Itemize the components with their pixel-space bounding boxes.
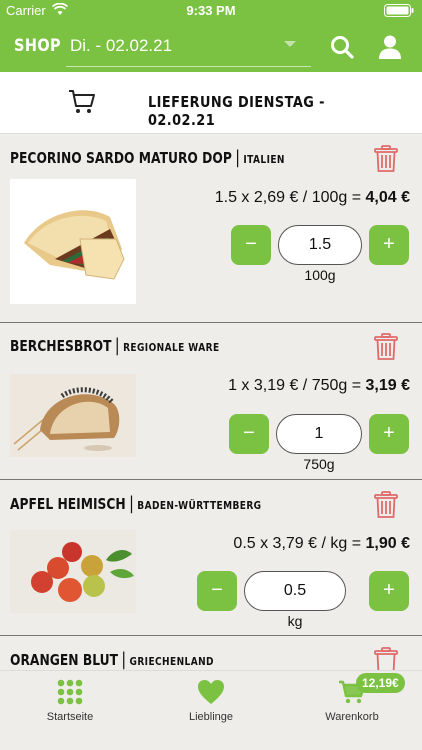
tab-lieblinge[interactable]: Lieblinge (151, 679, 271, 723)
trash-icon[interactable] (374, 145, 398, 173)
item-title: BERCHESBROT | REGIONALE WARE (10, 335, 220, 356)
item-name: APFEL HEIMISCH (10, 495, 126, 513)
price-total: 3,19 € (365, 377, 410, 394)
price-total: 1,90 € (365, 535, 410, 552)
user-icon[interactable] (376, 33, 404, 61)
price-formula: 0.5 x 3,79 € / kg = (233, 535, 366, 552)
decrease-button[interactable]: − (229, 414, 269, 454)
decrease-button[interactable]: − (197, 571, 237, 611)
item-title: ORANGEN BLUT | GRIECHENLAND (10, 649, 214, 670)
delivery-date-select[interactable]: Di. - 02.02.21 (70, 36, 172, 56)
cart-total-badge: 12,19€ (356, 673, 405, 693)
tab-label: Startseite (46, 711, 94, 723)
product-image (10, 374, 136, 457)
delivery-header: LIEFERUNG DIENSTAG - 02.02.21 (0, 72, 422, 134)
cart-item: PECORINO SARDO MATURO DOP | ITALIEN 1.5 x … (0, 135, 422, 323)
title-separator: | (121, 649, 127, 670)
unit-label: kg (287, 613, 303, 629)
clock: 9:33 PM (186, 3, 236, 18)
item-origin: BADEN-WÜRTTEMBERG (137, 499, 262, 512)
date-select-underline (66, 66, 311, 67)
item-name: ORANGEN BLUT (10, 651, 118, 669)
tab-label: Lieblinge (188, 711, 234, 723)
tab-label: Warenkorb (325, 711, 379, 723)
cart-item: APFEL HEIMISCH | BADEN-WÜRTTEMBERG 0.5 x 3… (0, 481, 422, 636)
item-title: PECORINO SARDO MATURO DOP | ITALIEN (10, 147, 285, 168)
chevron-down-icon[interactable] (284, 41, 296, 47)
status-bar: Carrier 9:33 PM (0, 0, 422, 22)
title-separator: | (235, 147, 241, 168)
item-name: BERCHESBROT (10, 337, 112, 355)
price-formula: 1.5 x 2,69 € / 100g = (214, 189, 366, 206)
increase-button[interactable]: + (369, 414, 409, 454)
price-total: 4,04 € (365, 189, 410, 206)
decrease-button[interactable]: − (231, 225, 271, 265)
unit-label: 750g (303, 456, 335, 472)
price-line: 0.5 x 3,79 € / kg = 1,90 € (233, 535, 410, 553)
shop-title: SHOP (14, 36, 62, 56)
price-line: 1 x 3,19 € / 750g = 3,19 € (228, 377, 410, 395)
price-line: 1.5 x 2,69 € / 100g = 4,04 € (215, 189, 410, 207)
battery-icon (384, 4, 414, 17)
heart-icon (198, 680, 224, 704)
item-name: PECORINO SARDO MATURO DOP (10, 149, 232, 167)
quantity-field[interactable]: 1.5 (278, 225, 362, 265)
product-image (10, 179, 136, 304)
item-origin: ITALIEN (243, 153, 285, 166)
cart-item: BERCHESBROT | REGIONALE WARE 1 x 3,19 € / … (0, 323, 422, 480)
unit-label: 100g (304, 267, 336, 283)
search-icon[interactable] (328, 33, 356, 61)
quantity-field[interactable]: 0.5 (244, 571, 346, 611)
price-formula: 1 x 3,19 € / 750g = (228, 377, 366, 394)
nav-bar: SHOP Di. - 02.02.21 (0, 22, 422, 72)
delivery-label: LIEFERUNG DIENSTAG - 02.02.21 (148, 93, 325, 129)
quantity-field[interactable]: 1 (276, 414, 362, 454)
title-separator: | (114, 335, 120, 356)
trash-icon[interactable] (374, 333, 398, 361)
title-separator: | (129, 493, 134, 514)
increase-button[interactable]: + (369, 225, 409, 265)
product-image (10, 530, 136, 613)
tab-startseite[interactable]: Startseite (10, 679, 130, 723)
item-origin: GRIECHENLAND (129, 655, 214, 668)
item-origin: REGIONALE WARE (123, 341, 220, 354)
cart-icon (69, 90, 95, 113)
grid-icon (57, 679, 83, 705)
increase-button[interactable]: + (369, 571, 409, 611)
item-title: APFEL HEIMISCH | BADEN-WÜRTTEMBERG (10, 493, 261, 514)
trash-icon[interactable] (374, 491, 398, 519)
